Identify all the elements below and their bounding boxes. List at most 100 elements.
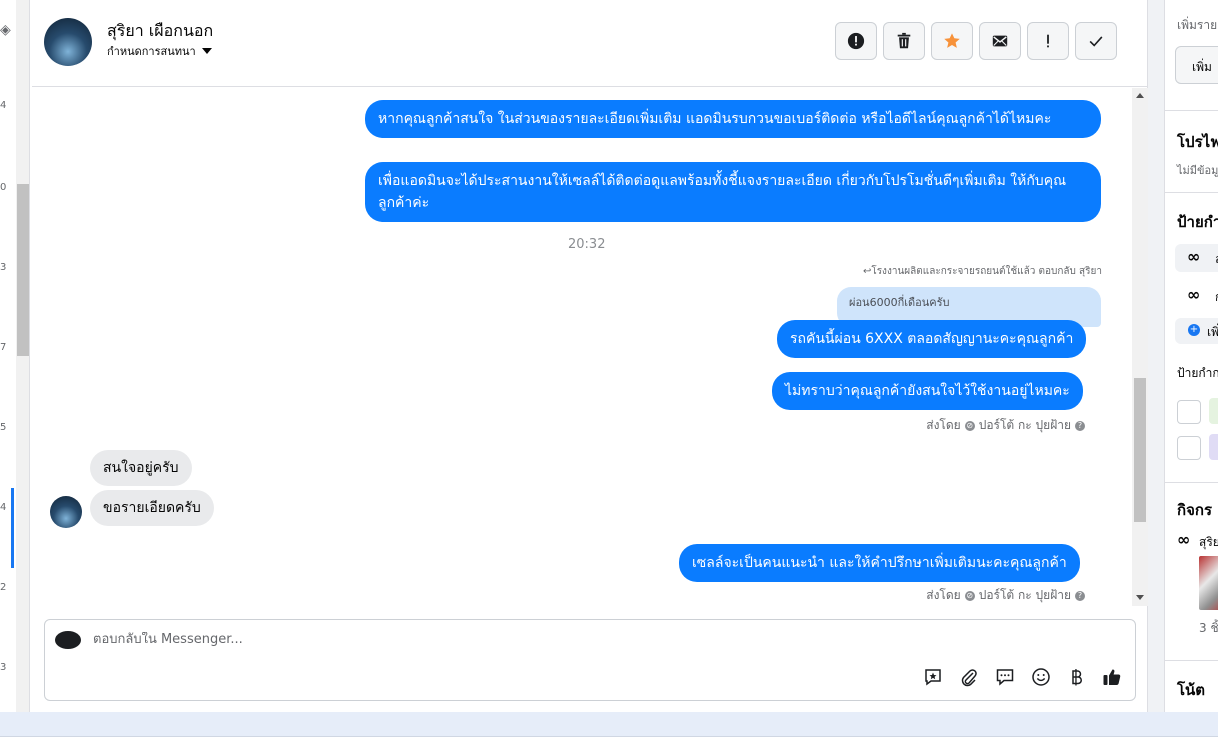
saved-reply-icon [925, 669, 941, 686]
add-details-button-label: เพิ่ม [1192, 60, 1212, 74]
incoming-message[interactable]: ขอรายเอียดครับ [90, 490, 214, 526]
sent-by-name: ปอร์โต้ กะ ปุยฝ้าย [978, 588, 1071, 602]
mark-unread-button[interactable] [979, 22, 1021, 60]
left-count: 4 [0, 502, 7, 513]
block-icon: ⊘ [964, 590, 975, 601]
emoji-icon [1032, 668, 1050, 686]
reply-context: ↩โรงงานผลิตและกระจายรถยนต์ใช้แล้ว ตอบกลั… [862, 266, 1102, 277]
contact-details-panel: เพิ่มราย เพิ่ม โปรไฟ ไม่มีข้อมู ป้ายกำ ∞… [1164, 0, 1218, 712]
label-checkbox[interactable] [1177, 436, 1201, 460]
outgoing-message[interactable]: หากคุณลูกค้าสนใจ ในส่วนของรายละเอียดเพิ่… [365, 100, 1101, 138]
trash-icon [897, 32, 911, 49]
panel-gap [1148, 0, 1164, 712]
add-label-text: เพิ่ [1207, 325, 1218, 339]
divider [1165, 482, 1218, 483]
divider [1165, 110, 1218, 111]
label-checkbox[interactable] [1177, 400, 1201, 424]
scroll-up-arrow-icon[interactable] [1136, 93, 1144, 98]
star-icon [944, 33, 960, 48]
timestamp: 20:32 [568, 237, 606, 252]
conversation-assign-label: กำหนดการสนทนา [107, 45, 196, 58]
left-count: 4 [0, 100, 7, 111]
alert-circle-icon [847, 32, 865, 50]
bottom-edge [0, 736, 1218, 744]
help-icon[interactable]: ? [1075, 590, 1085, 601]
left-count: 3 [0, 262, 7, 273]
labels-section-title: ป้ายกำ [1177, 213, 1218, 231]
left-count: 2 [0, 582, 7, 593]
sent-by-label: ส่งโดย [926, 418, 961, 432]
avatar[interactable] [44, 18, 92, 66]
incoming-message[interactable]: สนใจอยู่ครับ [90, 450, 192, 486]
scroll-down-arrow-icon[interactable] [1136, 595, 1144, 600]
exclamation-icon [1047, 34, 1049, 48]
follow-up-button[interactable] [1027, 22, 1069, 60]
left-count: 0 [0, 182, 7, 193]
notes-section-title: โน้ต [1177, 681, 1206, 699]
activity-item[interactable]: ∞ สุริย [1175, 530, 1218, 550]
payment-button[interactable] [1065, 666, 1087, 688]
add-label-button[interactable]: + เพิ่ [1175, 318, 1218, 344]
avatar[interactable] [50, 496, 82, 528]
divider [1165, 660, 1218, 661]
thumbs-up-icon [1103, 669, 1121, 685]
like-button[interactable] [1101, 666, 1123, 688]
outgoing-message[interactable]: เซลล์จะเป็นคนแนะนำ และให้คำปรึกษาเพิ่มเต… [679, 544, 1080, 582]
quick-replies-button[interactable] [994, 666, 1016, 688]
spam-button[interactable] [835, 22, 877, 60]
labels-subtitle: ป้ายกำก [1177, 366, 1218, 380]
divider [1165, 192, 1218, 193]
thread-scrollbar[interactable] [1132, 88, 1148, 606]
add-details-label: เพิ่มราย [1177, 18, 1218, 32]
activity-section-title: กิจกร [1177, 501, 1213, 519]
attach-button[interactable] [958, 666, 980, 688]
thread-scroll-thumb[interactable] [1134, 378, 1146, 522]
chat-header: สุริยา เผือกนอก กำหนดการสนทนา [32, 0, 1148, 87]
meta-icon: ∞ [1187, 285, 1201, 304]
sent-by-label: ส่งโดย [926, 588, 961, 602]
product-thumbnail[interactable] [1199, 556, 1218, 610]
emoji-button[interactable] [1030, 666, 1052, 688]
contact-name[interactable]: สุริยา เผือกนอก [107, 19, 213, 44]
plus-circle-icon: + [1188, 324, 1200, 336]
delete-button[interactable] [883, 22, 925, 60]
active-indicator [11, 488, 14, 568]
chat-panel: สุริยา เผือกนอก กำหนดการสนทนา หากคุณลูกค… [32, 0, 1148, 712]
sent-by-info: ส่งโดย ⊘ ปอร์โต้ กะ ปุยฝ้าย ? [926, 586, 1085, 605]
saved-reply-button[interactable] [922, 666, 944, 688]
meta-icon: ∞ [1187, 247, 1201, 266]
label-chip[interactable]: ∞ ล [1175, 244, 1218, 272]
outgoing-message[interactable]: ไม่ทราบว่าคุณลูกค้ายังสนใจไว้ใช้งานอยู่ไ… [772, 372, 1083, 410]
message-thread[interactable]: หากคุณลูกค้าสนใจ ในส่วนของรายละเอียดเพิ่… [32, 88, 1132, 606]
star-button[interactable] [931, 22, 973, 60]
conversation-list-scrollbar[interactable] [16, 0, 30, 712]
done-button[interactable] [1075, 22, 1117, 60]
outgoing-message[interactable]: เพื่อแอดมินจะได้ประสานงานให้เซลล์ได้ติดต… [365, 162, 1101, 222]
left-count: 7 [0, 342, 7, 353]
left-count: 5 [0, 422, 7, 433]
label-color-swatch [1209, 398, 1218, 424]
layers-icon[interactable]: ◈ [0, 22, 11, 38]
baht-icon [1072, 669, 1082, 686]
label-chip[interactable]: ∞ ก [1175, 282, 1218, 310]
reply-input[interactable] [93, 632, 793, 647]
conversation-list-scroll-thumb[interactable] [17, 184, 29, 356]
conversation-assign-dropdown[interactable]: กำหนดการสนทนา [107, 42, 212, 60]
attach-icon [961, 669, 977, 687]
activity-count: 3 ชิ้ [1199, 621, 1218, 635]
activity-item-name: สุริย [1199, 535, 1218, 549]
sent-by-name: ปอร์โต้ กะ ปุยฝ้าย [978, 418, 1071, 432]
check-icon [1089, 36, 1103, 47]
page-avatar [55, 631, 81, 649]
help-icon[interactable]: ? [1075, 420, 1085, 431]
caret-down-icon [201, 48, 212, 54]
meta-icon: ∞ [1177, 530, 1191, 549]
reply-composer [44, 619, 1136, 701]
profile-empty-note: ไม่มีข้อมู [1177, 164, 1218, 177]
add-details-button[interactable]: เพิ่ม [1175, 46, 1218, 84]
profile-section-title: โปรไฟ [1177, 133, 1218, 151]
chat-bubble-icon [996, 669, 1014, 686]
outgoing-message[interactable]: รถคันนี้ผ่อน 6XXX ตลอดสัญญานะคะคุณลูกค้า [777, 320, 1087, 358]
block-icon: ⊘ [964, 420, 975, 431]
left-count: 3 [0, 662, 7, 673]
